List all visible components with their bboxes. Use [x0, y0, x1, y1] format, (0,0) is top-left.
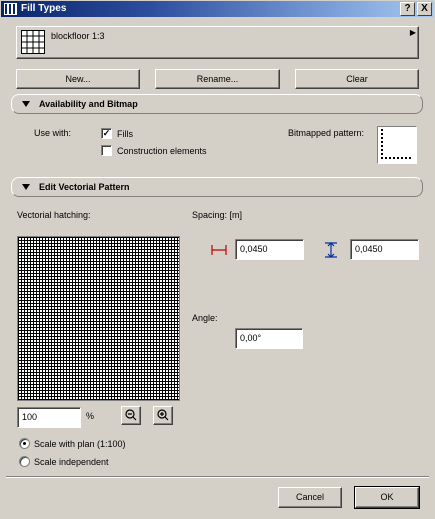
- help-button[interactable]: ?: [400, 2, 415, 16]
- app-icon: [4, 3, 17, 15]
- vectorial-hatching-label: Vectorial hatching:: [17, 210, 91, 220]
- zoom-in-icon: [157, 409, 169, 421]
- new-button[interactable]: New...: [16, 69, 140, 89]
- triangle-right-icon: ▶: [409, 28, 416, 37]
- spacing-x-field[interactable]: 0,0450: [235, 239, 304, 260]
- zoom-in-button[interactable]: [153, 406, 173, 425]
- spacing-label: Spacing: [m]: [192, 210, 243, 220]
- rename-button[interactable]: Rename...: [155, 69, 280, 89]
- vertical-spacing-icon: [325, 242, 337, 258]
- vectorial-section-header[interactable]: Edit Vectorial Pattern: [11, 177, 423, 197]
- zoom-unit: %: [86, 411, 95, 421]
- angle-field[interactable]: 0,00°: [235, 328, 303, 349]
- availability-section-header[interactable]: Availability and Bitmap: [11, 94, 423, 114]
- use-with-label: Use with:: [34, 128, 72, 138]
- fill-preview-icon: [21, 30, 45, 54]
- scale-with-plan-label: Scale with plan (1:100): [34, 439, 126, 449]
- footer-separator: [6, 476, 429, 478]
- horizontal-spacing-icon: [211, 245, 227, 255]
- bitmap-pattern-icon: [381, 129, 411, 159]
- collapse-triangle-icon: [22, 101, 30, 107]
- ok-button[interactable]: OK: [354, 486, 420, 509]
- scale-independent-label: Scale independent: [34, 457, 109, 467]
- construction-elements-label: Construction elements: [117, 146, 207, 156]
- section-title: Edit Vectorial Pattern: [39, 182, 130, 192]
- cancel-button[interactable]: Cancel: [278, 487, 342, 508]
- close-button[interactable]: X: [417, 2, 432, 16]
- clear-button[interactable]: Clear: [295, 69, 419, 89]
- zoom-field[interactable]: 100: [17, 407, 81, 428]
- zoom-out-button[interactable]: [121, 406, 141, 425]
- angle-label: Angle:: [192, 313, 218, 323]
- title-bar: Fill Types ? X: [0, 0, 435, 18]
- scale-with-plan-radio[interactable]: [19, 438, 30, 449]
- bitmapped-pattern-label: Bitmapped pattern:: [288, 128, 365, 138]
- fill-type-name: blockfloor 1:3: [51, 31, 105, 41]
- bitmapped-pattern-preview[interactable]: [377, 126, 417, 164]
- fill-type-selector[interactable]: blockfloor 1:3 ▶: [16, 26, 419, 59]
- vectorial-hatching-preview: [17, 236, 180, 401]
- fills-label: Fills: [117, 129, 133, 139]
- window-title: Fill Types: [21, 3, 67, 14]
- collapse-triangle-icon: [22, 184, 30, 190]
- spacing-y-field[interactable]: 0,0450: [350, 239, 419, 260]
- section-title: Availability and Bitmap: [39, 99, 138, 109]
- zoom-out-icon: [125, 409, 137, 421]
- fills-checkbox[interactable]: ✓: [101, 128, 112, 139]
- scale-independent-radio[interactable]: [19, 456, 30, 467]
- construction-elements-checkbox[interactable]: [101, 145, 112, 156]
